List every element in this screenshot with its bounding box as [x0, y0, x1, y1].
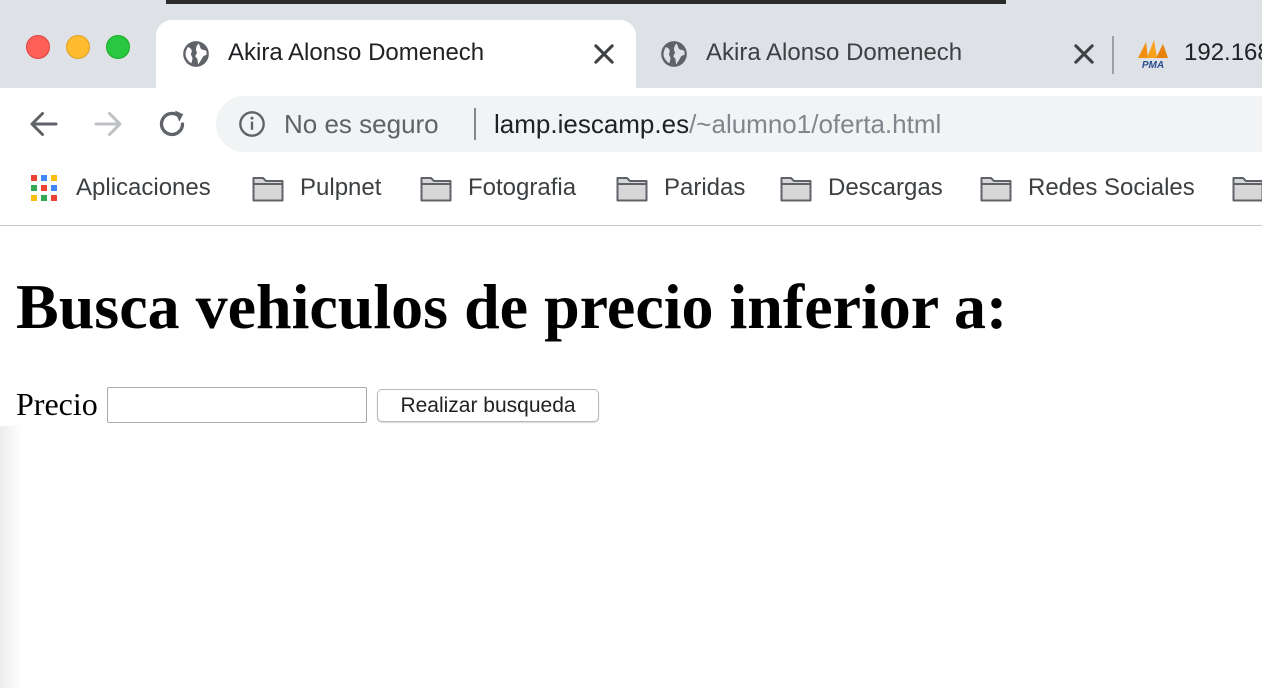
search-submit-button[interactable]: Realizar busqueda	[377, 389, 599, 422]
back-arrow-icon[interactable]	[26, 106, 62, 142]
info-icon[interactable]	[238, 110, 266, 138]
tab-strip: Akira Alonso Domenech Akira Alonso Domen…	[0, 0, 1262, 88]
folder-icon	[616, 177, 648, 202]
url-path: /~alumno1/oferta.html	[689, 109, 942, 139]
url-text[interactable]: lamp.iescamp.es/~alumno1/oferta.html	[494, 109, 941, 140]
page-content: Busca vehiculos de precio inferior a: Pr…	[0, 226, 1262, 688]
bookmark-label: Paridas	[664, 174, 746, 201]
globe-icon	[183, 41, 209, 67]
tab-phpmyadmin[interactable]: PMA 192.168	[1112, 20, 1262, 88]
window-zoom-button[interactable]	[106, 35, 130, 59]
window-minimize-button[interactable]	[66, 35, 90, 59]
window-shadow	[0, 426, 22, 688]
address-bar[interactable]: No es seguro lamp.iescamp.es/~alumno1/of…	[216, 96, 1262, 152]
url-host: lamp.iescamp.es	[494, 109, 690, 139]
browser-toolbar: No es seguro lamp.iescamp.es/~alumno1/of…	[0, 88, 1262, 160]
bookmark-label: Aplicaciones	[76, 174, 211, 201]
globe-icon	[661, 41, 687, 67]
folder-icon	[1232, 177, 1262, 202]
tab-title: Akira Alonso Domenech	[228, 39, 485, 66]
bookmark-label: Descargas	[828, 174, 943, 201]
bookmark-overflow-folder[interactable]	[1232, 172, 1262, 204]
price-label: Precio	[16, 386, 98, 422]
forward-arrow-icon[interactable]	[90, 106, 126, 142]
apps-grid-icon	[31, 175, 57, 201]
tab-inactive[interactable]: Akira Alonso Domenech	[636, 20, 1116, 88]
page-heading: Busca vehiculos de precio inferior a:	[16, 271, 1008, 342]
reload-icon[interactable]	[154, 106, 190, 142]
folder-icon	[252, 177, 284, 202]
folder-icon	[980, 177, 1012, 202]
close-icon[interactable]	[1070, 40, 1098, 68]
pma-logo-text: PMA	[1142, 60, 1164, 70]
window-close-button[interactable]	[26, 35, 50, 59]
tab-active[interactable]: Akira Alonso Domenech	[156, 20, 636, 88]
tab-separator	[1112, 36, 1114, 74]
security-label[interactable]: No es seguro	[284, 109, 439, 140]
tab-title: 192.168	[1184, 39, 1262, 66]
window-edge	[166, 0, 1006, 4]
omnibox-divider	[474, 108, 476, 140]
bookmark-label: Pulpnet	[300, 174, 382, 201]
phpmyadmin-logo-icon: PMA	[1138, 40, 1168, 70]
folder-icon	[420, 177, 452, 202]
tab-title: Akira Alonso Domenech	[706, 39, 963, 66]
bookmark-label: Fotografia	[468, 174, 577, 201]
bookmarks-bar: Aplicaciones Pulpnet Fotografia Paridas …	[0, 160, 1262, 226]
price-input[interactable]	[107, 387, 367, 423]
folder-icon	[780, 177, 812, 202]
bookmark-label: Redes Sociales	[1028, 174, 1195, 201]
close-icon[interactable]	[590, 40, 618, 68]
